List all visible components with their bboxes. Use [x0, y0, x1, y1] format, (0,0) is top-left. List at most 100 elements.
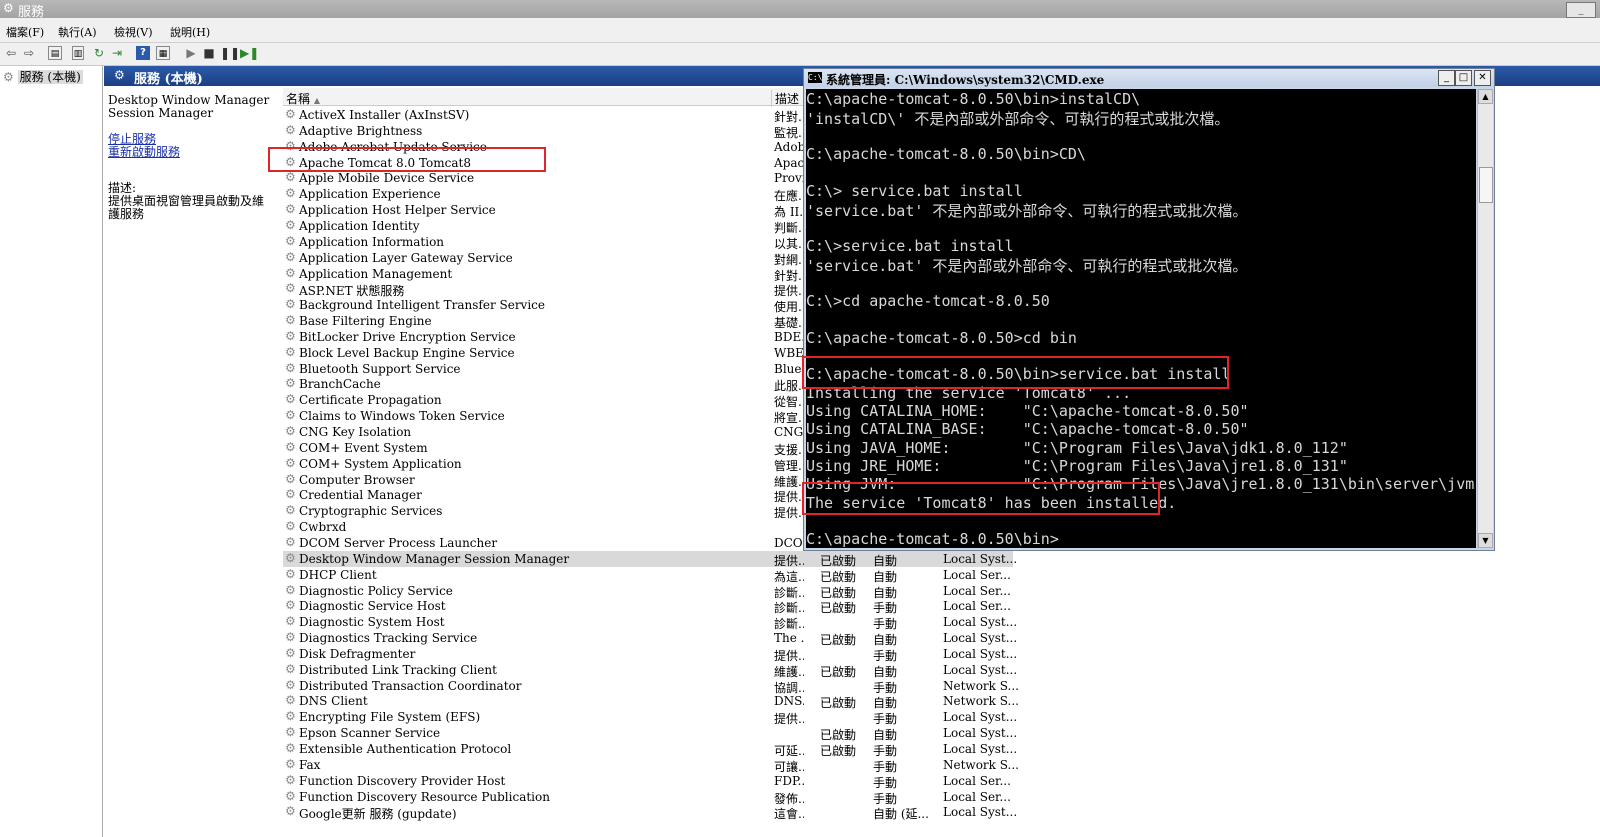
- service-gear-icon: ⚙: [285, 566, 296, 581]
- service-name: Background Intelligent Transfer Service: [299, 298, 545, 313]
- service-gear-icon: ⚙: [285, 582, 296, 597]
- table-row[interactable]: ⚙Diagnostic System Host診斷...手動Local Syst…: [283, 614, 1017, 632]
- forward-arrow-icon[interactable]: ⇨: [22, 46, 36, 60]
- service-name: Diagnostic Service Host: [299, 599, 446, 614]
- service-gear-icon: ⚙: [285, 217, 296, 232]
- services-title-bar: ⚙ 服務 _: [0, 0, 1600, 20]
- service-gear-icon: ⚙: [285, 233, 296, 248]
- stop-service-link[interactable]: 停止服務: [108, 132, 156, 146]
- service-gear-icon: ⚙: [285, 630, 296, 645]
- service-name: Base Filtering Engine: [299, 314, 432, 329]
- service-description: 這會...: [774, 807, 804, 822]
- restart-service-icon[interactable]: ▶❚: [240, 46, 259, 60]
- cmd-minimize-button[interactable]: _: [1438, 70, 1455, 86]
- console-output[interactable]: C:\apache-tomcat-8.0.50\bin>instalCD\ 'in…: [806, 89, 1476, 548]
- service-name: Bluetooth Support Service: [299, 361, 461, 376]
- minimize-button[interactable]: _: [1566, 2, 1596, 18]
- table-row[interactable]: ⚙Extensible Authentication Protocol可延...…: [283, 741, 1017, 759]
- service-gear-icon: ⚙: [285, 360, 296, 375]
- table-row[interactable]: ⚙Google更新 服務 (gupdate) 這會... 自動 (延... Local…: [283, 804, 1017, 822]
- menu-action[interactable]: 執行(A): [58, 24, 97, 40]
- show-hide-icon[interactable]: ▦: [156, 46, 170, 60]
- console-line: C:\apache-tomcat-8.0.50\bin>: [806, 530, 1059, 548]
- service-name: Diagnostic Policy Service: [299, 583, 453, 598]
- service-gear-icon: ⚙: [285, 614, 296, 629]
- scroll-thumb[interactable]: [1479, 167, 1493, 203]
- scroll-up-icon[interactable]: ▲: [1478, 89, 1493, 104]
- service-description: DCO...: [774, 535, 804, 550]
- table-row[interactable]: ⚙Distributed Transaction Coordinator協調..…: [283, 678, 1019, 695]
- service-description: BDE...: [774, 329, 804, 344]
- service-gear-icon: ⚙: [285, 344, 296, 359]
- service-name: Claims to Windows Token Service: [299, 409, 505, 424]
- service-name: Desktop Window Manager Session Manager: [299, 551, 570, 566]
- service-name: Apple Mobile Device Service: [299, 171, 475, 186]
- menu-file[interactable]: 檔案(F): [6, 24, 44, 40]
- service-gear-icon: ⚙: [285, 471, 296, 486]
- service-gear-icon: ⚙: [285, 804, 296, 819]
- service-name: Adaptive Brightness: [299, 123, 423, 138]
- stop-service-icon[interactable]: ■: [202, 46, 216, 60]
- table-row[interactable]: ⚙Fax可讓...手動Network S...: [283, 757, 1019, 774]
- service-gear-icon: ⚙: [285, 455, 296, 470]
- table-row[interactable]: ⚙ Desktop Window Manager Session Manager 提…: [283, 550, 1017, 568]
- column-header-description[interactable]: 描述: [771, 90, 799, 107]
- service-gear-icon: ⚙: [285, 313, 296, 328]
- menu-help[interactable]: 說明(H): [170, 24, 210, 40]
- table-row[interactable]: ⚙DHCP Client為這...已啟動自動Local Ser...: [283, 566, 1013, 584]
- service-log-on-as: Local Ser...: [943, 599, 1011, 614]
- service-gear-icon: ⚙: [285, 693, 296, 708]
- refresh-icon[interactable]: ↻: [92, 46, 106, 60]
- table-row[interactable]: ⚙ Function Discovery Resource Publication…: [283, 789, 1013, 806]
- service-log-on-as: Local Syst...: [943, 742, 1018, 756]
- cmd-close-button[interactable]: ✕: [1474, 70, 1491, 86]
- pause-service-icon[interactable]: ❚❚: [220, 46, 240, 60]
- table-row[interactable]: ⚙Diagnostic Policy Service診斷...已啟動自動Loca…: [283, 582, 1013, 600]
- cmd-maximize-button[interactable]: □: [1455, 70, 1472, 86]
- console-scrollbar[interactable]: ▲ ▼: [1477, 89, 1493, 548]
- service-name: Computer Browser: [299, 472, 415, 487]
- service-name: Function Discovery Provider Host: [299, 773, 506, 788]
- cmd-title-bar: C:\ 系統管理員: C:\Windows\system32\CMD.exe _…: [804, 69, 1494, 87]
- service-description: WBE...: [774, 345, 804, 360]
- highlight-install-command: [802, 356, 1229, 389]
- cmd-title: 系統管理員: C:\Windows\system32\CMD.exe: [826, 73, 1105, 87]
- menu-view[interactable]: 檢視(V): [114, 24, 153, 40]
- service-gear-icon: ⚙: [285, 645, 296, 660]
- service-description: The ...: [774, 631, 804, 646]
- table-row[interactable]: ⚙Function Discovery Provider HostFDP...手…: [283, 773, 1013, 790]
- table-row[interactable]: ⚙ Epson Scanner Service 已啟動 自動 Local Syst...: [283, 725, 1017, 743]
- service-log-on-as: Local Syst...: [943, 726, 1018, 741]
- console-tree-icon[interactable]: ▤: [48, 46, 62, 60]
- service-gear-icon: ⚙: [285, 392, 296, 407]
- properties-icon[interactable]: ▥: [72, 46, 84, 60]
- restart-service-link[interactable]: 重新啟動服務: [108, 145, 180, 159]
- help-icon[interactable]: ?: [136, 46, 150, 60]
- table-row[interactable]: ⚙Diagnostic Service Host診斷...已啟動手動Local …: [283, 598, 1013, 616]
- service-gear-icon: ⚙: [285, 265, 296, 280]
- table-row[interactable]: ⚙Diagnostics Tracking ServiceThe ...已啟動自…: [283, 630, 1017, 648]
- service-gear-icon: ⚙: [285, 439, 296, 454]
- menu-bar: 檔案(F) 執行(A) 檢視(V) 說明(H): [0, 18, 1600, 43]
- service-name: Function Discovery Resource Publication: [299, 789, 550, 804]
- service-log-on-as: Network S...: [943, 694, 1019, 709]
- console-line: Using JAVA_HOME: "C:\Program Files\Java\…: [806, 438, 1348, 457]
- tree-node-services-local[interactable]: ⚙ 服務 (本機): [3, 68, 83, 85]
- list-header: 名稱 ▲ 描述: [283, 88, 803, 107]
- table-row[interactable]: ⚙Disk Defragmenter提供...手動Local Syst...: [283, 645, 1017, 663]
- back-arrow-icon[interactable]: ⇦: [4, 46, 18, 60]
- scroll-down-icon[interactable]: ▼: [1478, 533, 1493, 548]
- cmd-window: C:\ 系統管理員: C:\Windows\system32\CMD.exe _…: [803, 68, 1495, 551]
- start-service-icon[interactable]: ▶: [184, 46, 198, 60]
- table-row[interactable]: ⚙Encrypting File System (EFS)提供...手動Loca…: [283, 709, 1017, 727]
- column-header-name[interactable]: 名稱 ▲: [286, 90, 320, 107]
- export-list-icon[interactable]: ⇥: [110, 46, 124, 60]
- console-line: C:\>service.bat install: [806, 236, 1014, 255]
- service-gear-icon: ⚙: [285, 741, 296, 755]
- console-tree: ⚙ 服務 (本機): [0, 66, 103, 837]
- table-row[interactable]: ⚙Distributed Link Tracking Client維護...已啟…: [283, 662, 1017, 679]
- service-log-on-as: Local Syst...: [943, 662, 1018, 677]
- table-row[interactable]: ⚙DNS ClientDNS...已啟動自動Network S...: [283, 693, 1019, 711]
- service-gear-icon: ⚙: [285, 122, 296, 137]
- service-description: CNG...: [774, 425, 804, 439]
